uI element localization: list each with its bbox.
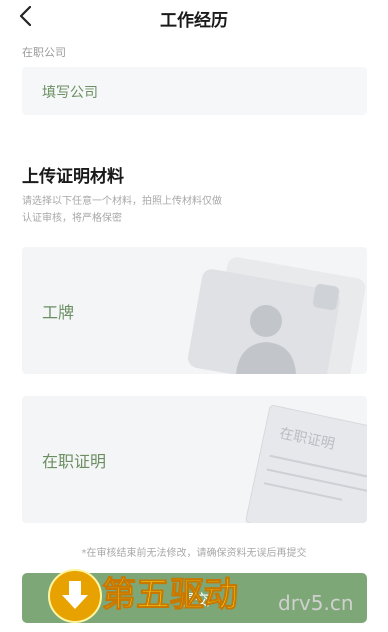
badge-upload-card[interactable]: 工牌 bbox=[22, 247, 367, 374]
page-title: 工作经历 bbox=[160, 11, 228, 31]
upload-description: 请选择以下任意一个材料，拍照上传材料仅做认证审核，将严格保密 bbox=[22, 196, 222, 224]
watermark-url: drv5.cn bbox=[278, 591, 354, 615]
certificate-upload-card[interactable]: 在职证明 在职证明 bbox=[22, 396, 367, 523]
watermark: 第五驱动 drv5.cn bbox=[46, 565, 386, 629]
badge-card-label: 工牌 bbox=[42, 303, 75, 322]
badge-icon bbox=[187, 257, 366, 374]
upload-section-title: 上传证明材料 bbox=[22, 167, 124, 187]
company-input[interactable]: 填写公司 bbox=[22, 67, 367, 115]
header: 工作经历 bbox=[0, 0, 388, 34]
submit-notice: *在审核结束前无法修改，请确保资料无误后再提交 bbox=[81, 548, 307, 559]
watermark-text: 第五驱动 bbox=[102, 575, 239, 616]
download-arrow-icon bbox=[48, 569, 102, 623]
company-field-label: 在职公司 bbox=[22, 46, 66, 59]
company-placeholder: 填写公司 bbox=[42, 85, 98, 101]
certificate-card-label: 在职证明 bbox=[42, 452, 107, 471]
certificate-icon: 在职证明 bbox=[245, 405, 367, 523]
